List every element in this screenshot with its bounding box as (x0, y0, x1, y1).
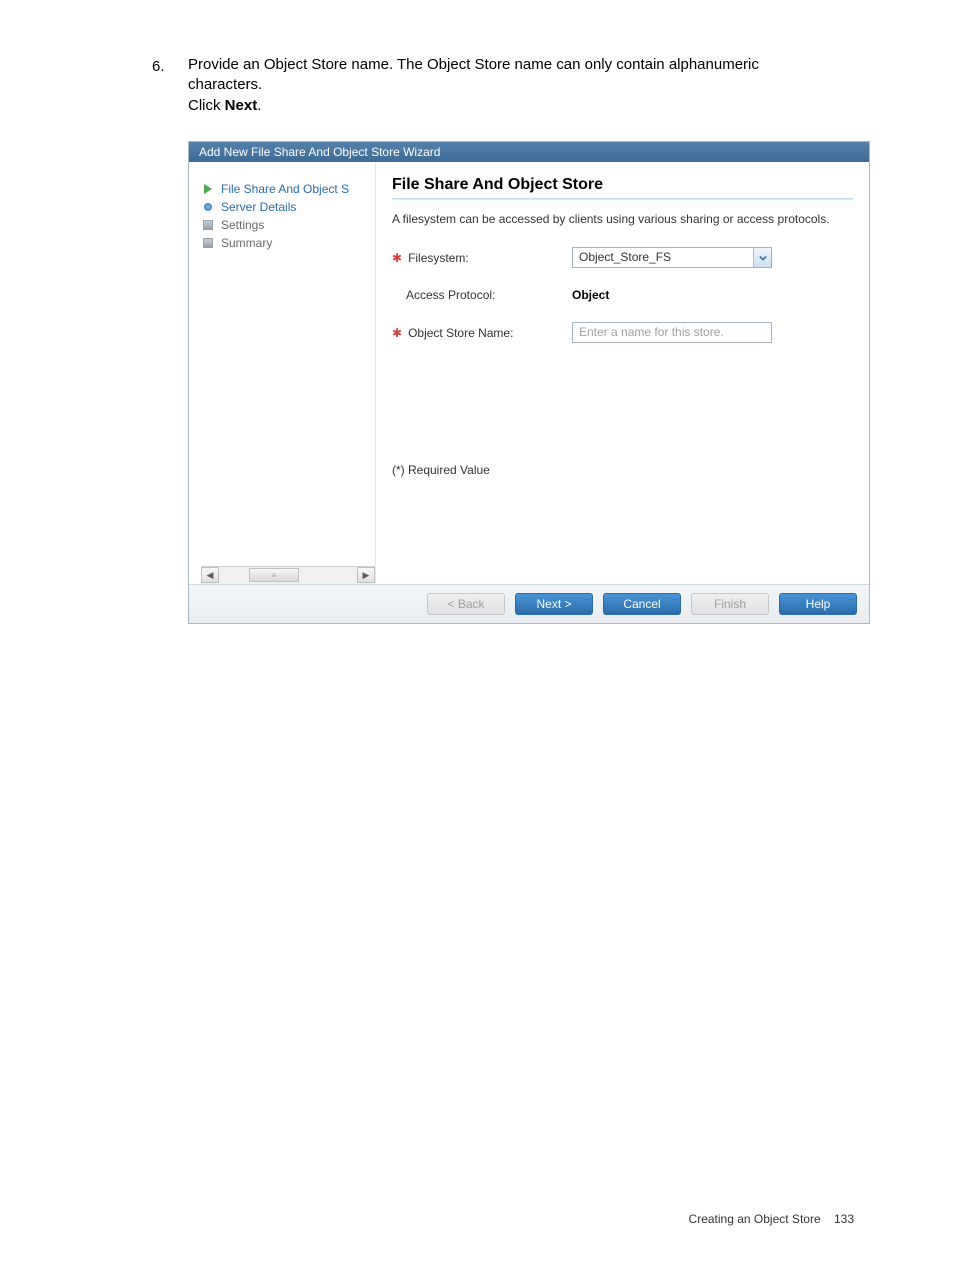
storename-row: ✱ Object Store Name: Enter a name for th… (392, 322, 853, 343)
storename-input[interactable]: Enter a name for this store. (572, 322, 772, 343)
step-line2a: Click (188, 97, 225, 114)
footer-text: Creating an Object Store (689, 1212, 821, 1226)
chevron-down-icon[interactable] (753, 248, 771, 267)
access-protocol-label-text: Access Protocol: (406, 288, 495, 302)
nav-item-fileshare[interactable]: File Share And Object S (201, 180, 375, 198)
filesystem-row: ✱ Filesystem: Object_Store_FS (392, 247, 853, 268)
step-line1a: Provide an Object Store name. The Object… (188, 56, 759, 73)
access-protocol-row: Access Protocol: Object (392, 286, 853, 304)
required-star-icon: ✱ (392, 326, 402, 340)
dot-icon (201, 200, 215, 214)
help-button[interactable]: Help (779, 593, 857, 615)
nav-item-summary[interactable]: Summary (201, 234, 375, 252)
storename-label: ✱ Object Store Name: (392, 326, 572, 340)
nav-item-settings[interactable]: Settings (201, 216, 375, 234)
nav-item-server[interactable]: Server Details (201, 198, 375, 216)
footer-page-number: 133 (834, 1212, 854, 1226)
wizard-titlebar: Add New File Share And Object Store Wiza… (189, 142, 869, 162)
step-line2c: . (257, 97, 261, 114)
filesystem-label: ✱ Filesystem: (392, 251, 572, 265)
required-value-note: (*) Required Value (392, 463, 853, 477)
wizard-button-bar: < Back Next > Cancel Finish Help (189, 584, 869, 623)
scroll-right-button[interactable]: ▶ (357, 567, 375, 583)
access-protocol-value: Object (572, 288, 609, 302)
scroll-left-button[interactable]: ◀ (201, 567, 219, 583)
content-description: A filesystem can be accessed by clients … (392, 212, 853, 228)
filesystem-label-text: Filesystem: (408, 251, 469, 265)
next-button[interactable]: Next > (515, 593, 593, 615)
step-line1b: characters. (188, 76, 262, 93)
title-underline (392, 198, 853, 200)
nav-item-label: Server Details (221, 200, 296, 214)
nav-item-label: Settings (221, 218, 264, 232)
nav-scrollbar[interactable]: ◀ ≡ ▶ (201, 566, 375, 584)
scroll-thumb[interactable]: ≡ (249, 568, 299, 582)
finish-button[interactable]: Finish (691, 593, 769, 615)
wizard-content-panel: File Share And Object Store A filesystem… (375, 162, 869, 584)
square-icon (201, 218, 215, 232)
back-button[interactable]: < Back (427, 593, 505, 615)
scroll-track[interactable]: ≡ (219, 567, 357, 583)
cancel-button[interactable]: Cancel (603, 593, 681, 615)
nav-item-label: Summary (221, 236, 272, 250)
access-protocol-label: Access Protocol: (392, 288, 572, 302)
square-icon (201, 236, 215, 250)
step-instructions: Provide an Object Store name. The Object… (188, 55, 854, 116)
filesystem-combobox[interactable]: Object_Store_FS (572, 247, 772, 268)
arrow-right-icon (201, 182, 215, 196)
nav-item-label: File Share And Object S (221, 182, 349, 196)
filesystem-value: Object_Store_FS (573, 248, 753, 267)
storename-label-text: Object Store Name: (408, 326, 513, 340)
step-number: 6. (152, 58, 165, 75)
required-star-icon: ✱ (392, 251, 402, 265)
page-footer: Creating an Object Store 133 (689, 1212, 854, 1226)
wizard-dialog: Add New File Share And Object Store Wiza… (188, 141, 870, 624)
step-line2b: Next (225, 97, 258, 114)
wizard-nav-panel: File Share And Object S Server Details S… (189, 162, 375, 584)
content-title: File Share And Object Store (392, 176, 853, 194)
